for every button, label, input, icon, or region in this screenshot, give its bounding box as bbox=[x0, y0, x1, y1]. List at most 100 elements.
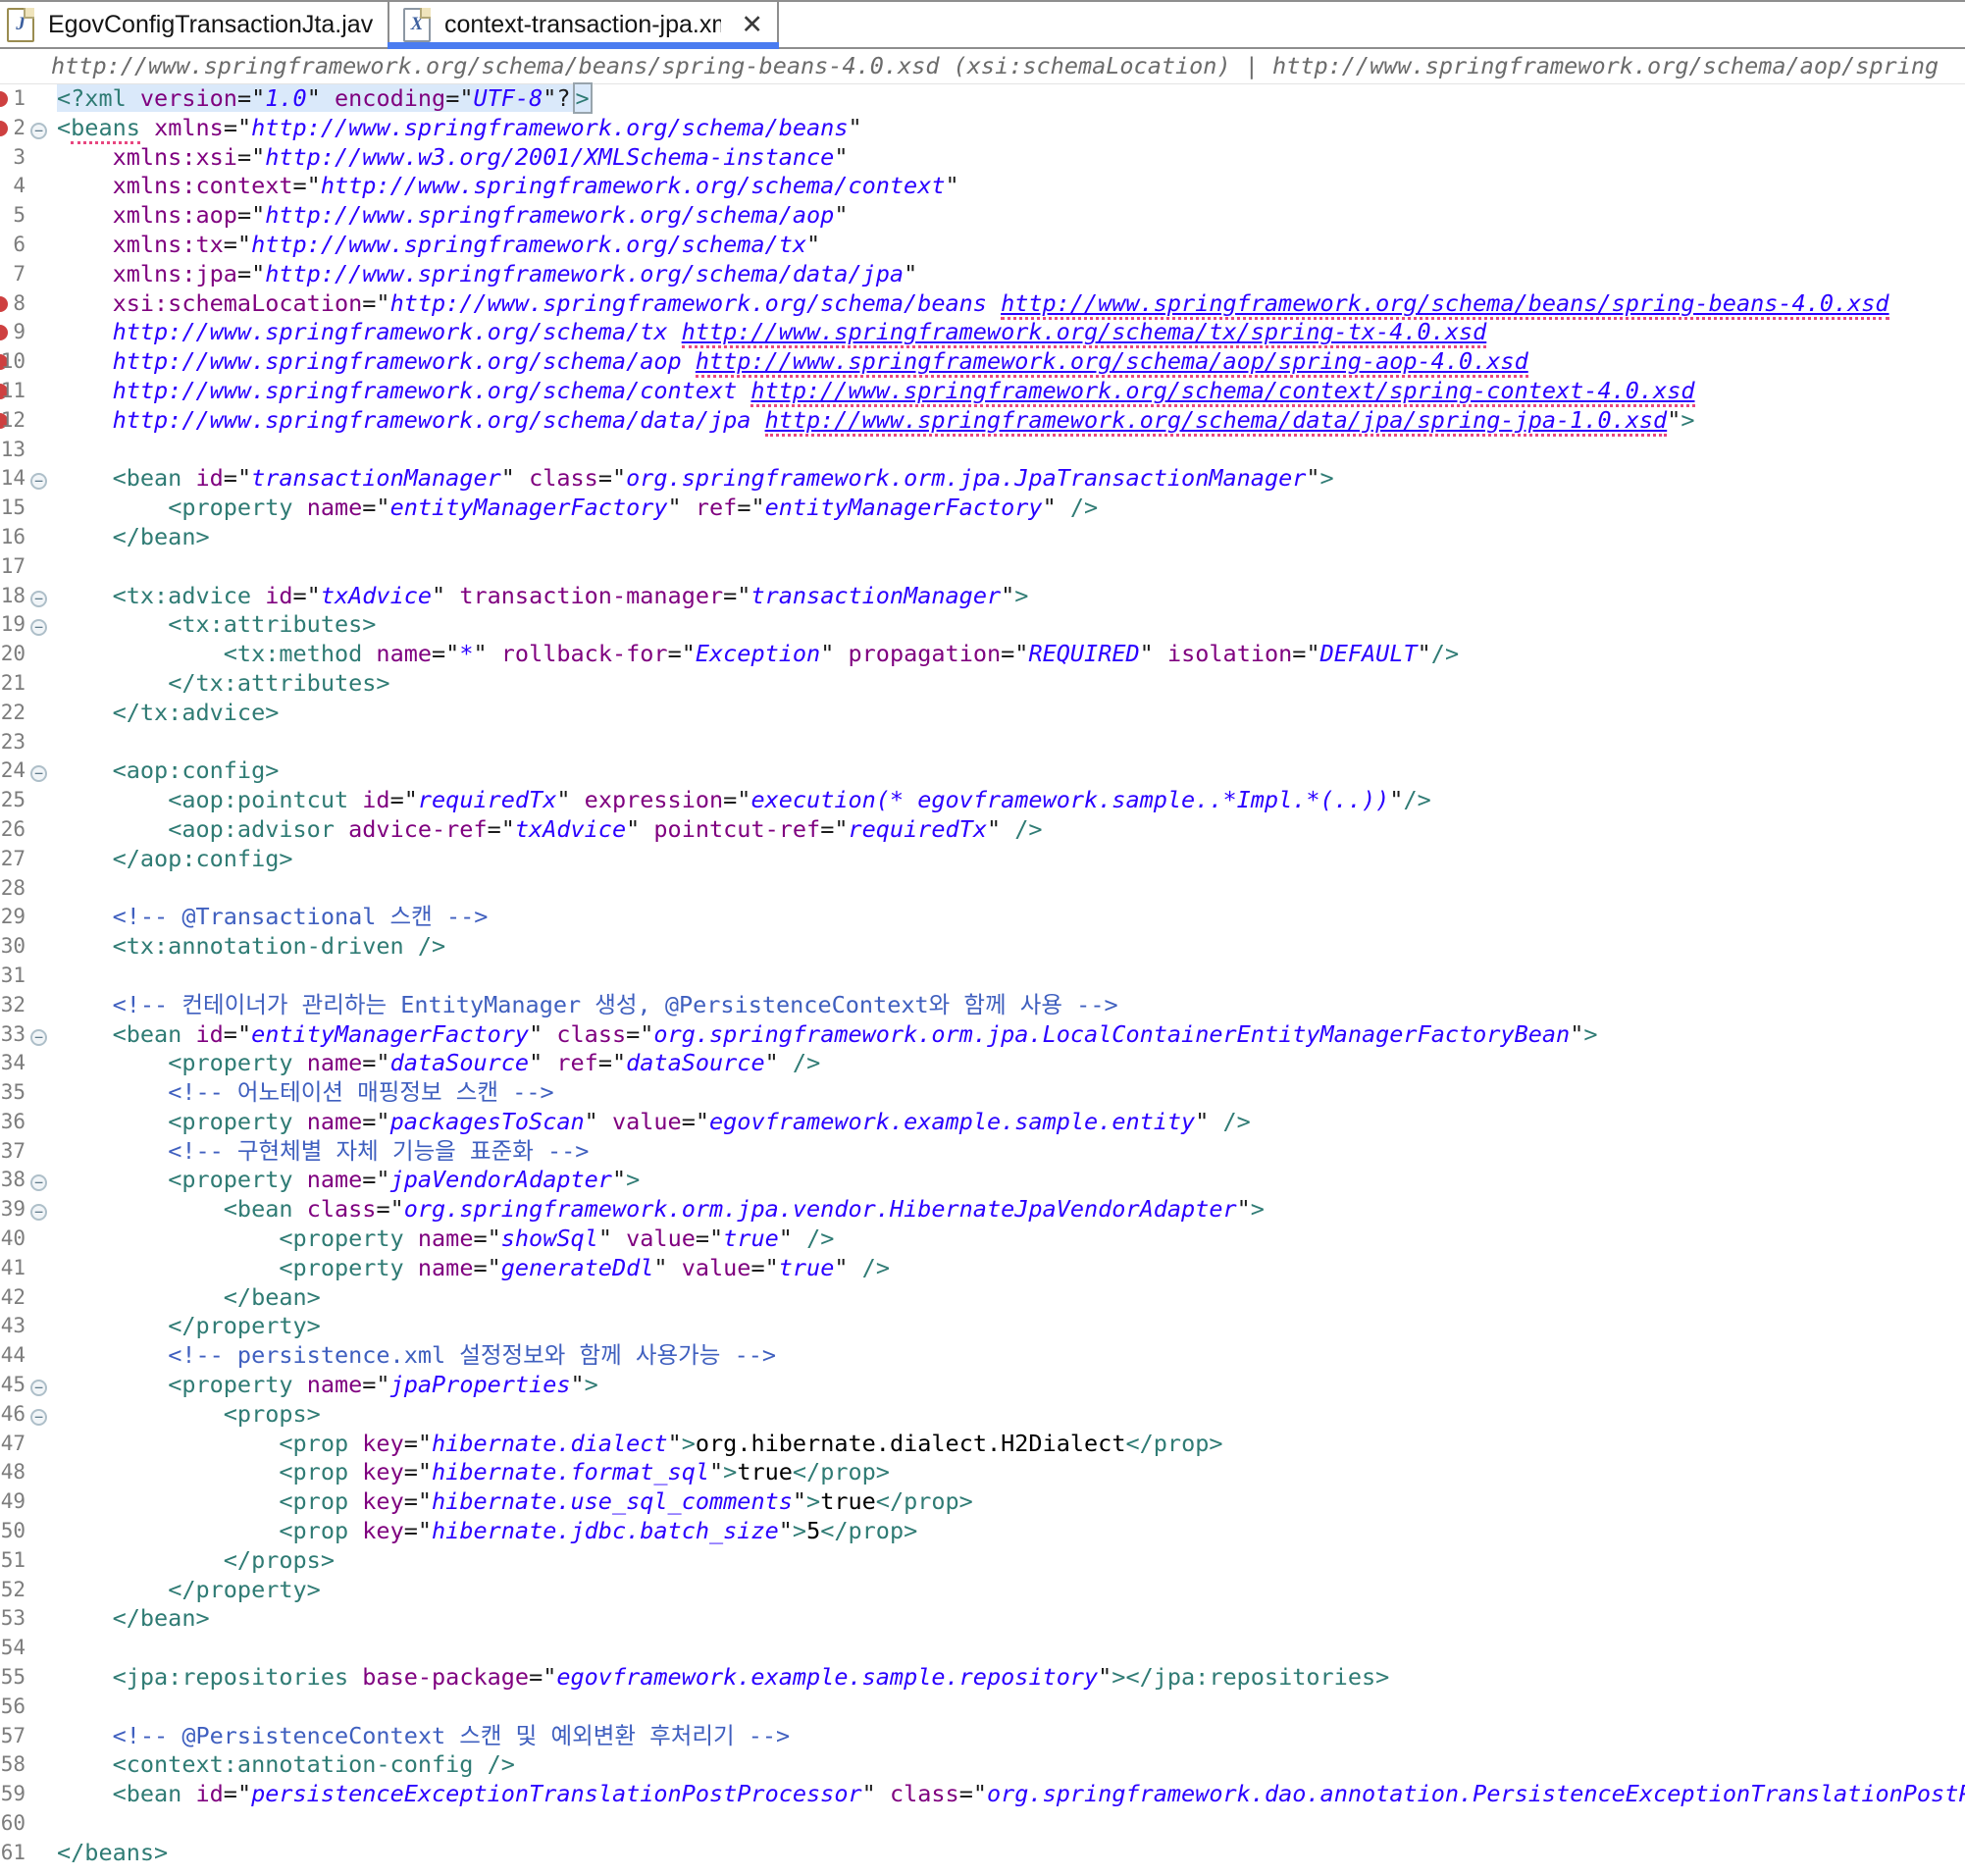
code-line[interactable]: 37 <!-- 구현체별 자체 기능을 표준화 --> bbox=[0, 1137, 1965, 1167]
fold-toggle-icon[interactable]: − bbox=[30, 1204, 47, 1221]
code-line[interactable]: 18− <tx:advice id="txAdvice" transaction… bbox=[0, 582, 1965, 611]
code-line[interactable]: 29 <!-- @Transactional 스캔 --> bbox=[0, 903, 1965, 932]
code-line[interactable]: 35 <!-- 어노테이션 매핑정보 스캔 --> bbox=[0, 1078, 1965, 1108]
code-line[interactable]: 10 http://www.springframework.org/schema… bbox=[0, 347, 1965, 377]
syntax-segment: 1.0 bbox=[265, 84, 306, 112]
code-line[interactable]: 40 <property name="showSql" value="true"… bbox=[0, 1225, 1965, 1254]
tab-egovconfigtransactionjta-java[interactable]: J EgovConfigTransactionJta.java bbox=[0, 2, 389, 47]
syntax-segment: " bbox=[653, 1254, 667, 1281]
code-line[interactable]: 46− <props> bbox=[0, 1400, 1965, 1430]
code-line[interactable]: 3 xmlns:xsi="http://www.w3.org/2001/XMLS… bbox=[0, 143, 1965, 173]
code-line[interactable]: 8 xsi:schemaLocation="http://www.springf… bbox=[0, 289, 1965, 319]
code-line[interactable]: 11 http://www.springframework.org/schema… bbox=[0, 377, 1965, 406]
code-line[interactable]: 44 <!-- persistence.xml 설정정보와 함께 사용가능 --… bbox=[0, 1341, 1965, 1371]
syntax-segment: id bbox=[196, 1780, 224, 1807]
code-line[interactable]: 39− <bean class="org.springframework.orm… bbox=[0, 1195, 1965, 1225]
syntax-segment: <property bbox=[168, 1371, 292, 1398]
code-line[interactable]: 30 <tx:annotation-driven /> bbox=[0, 932, 1965, 962]
syntax-segment bbox=[57, 1487, 279, 1515]
code-line[interactable]: 23 bbox=[0, 728, 1965, 757]
fold-toggle-icon[interactable]: − bbox=[30, 473, 47, 490]
line-number: 19 bbox=[0, 610, 26, 640]
code-line[interactable]: 49 <prop key="hibernate.use_sql_comments… bbox=[0, 1487, 1965, 1517]
code-line[interactable]: 54 bbox=[0, 1634, 1965, 1663]
code-line[interactable]: 53 </bean> bbox=[0, 1604, 1965, 1634]
syntax-segment: http://www.springframework.org/schema/co… bbox=[321, 172, 946, 199]
code-line[interactable]: 60 bbox=[0, 1809, 1965, 1839]
code-line[interactable]: 34 <property name="dataSource" ref="data… bbox=[0, 1049, 1965, 1078]
code-line[interactable]: 24− <aop:config> bbox=[0, 756, 1965, 786]
code-line[interactable]: 32 <!-- 컨테이너가 관리하는 EntityManager 생성, @Pe… bbox=[0, 991, 1965, 1020]
code-line[interactable]: 25 <aop:pointcut id="requiredTx" express… bbox=[0, 786, 1965, 815]
syntax-segment: /> bbox=[806, 1225, 834, 1252]
code-line[interactable]: 12 http://www.springframework.org/schema… bbox=[0, 406, 1965, 436]
fold-toggle-icon[interactable]: − bbox=[30, 619, 47, 636]
tab-context-transaction-jpa-xml[interactable]: X context-transaction-jpa.xml ✕ bbox=[389, 2, 779, 47]
syntax-segment: </tx:attributes> bbox=[168, 669, 389, 697]
syntax-segment: =" bbox=[224, 464, 251, 492]
code-line[interactable]: 26 <aop:advisor advice-ref="txAdvice" po… bbox=[0, 815, 1965, 845]
code-text: <aop:advisor advice-ref="txAdvice" point… bbox=[57, 815, 1043, 843]
code-line[interactable]: 6 xmlns:tx="http://www.springframework.o… bbox=[0, 231, 1965, 260]
code-line[interactable]: 61</beans> bbox=[0, 1839, 1965, 1868]
code-line[interactable]: 33− <bean id="entityManagerFactory" clas… bbox=[0, 1020, 1965, 1050]
code-line[interactable]: 20 <tx:method name="*" rollback-for="Exc… bbox=[0, 640, 1965, 669]
code-line[interactable]: 42 </bean> bbox=[0, 1283, 1965, 1313]
fold-column: − bbox=[26, 1166, 57, 1195]
code-line[interactable]: 13 bbox=[0, 436, 1965, 465]
line-number: 22 bbox=[0, 699, 26, 728]
code-line[interactable]: 19− <tx:attributes> bbox=[0, 610, 1965, 640]
code-line[interactable]: 59 <bean id="persistenceExceptionTransla… bbox=[0, 1780, 1965, 1809]
code-area[interactable]: 1<?xml version="1.0" encoding="UTF-8"?>2… bbox=[0, 84, 1965, 1868]
code-line[interactable]: 22 </tx:advice> bbox=[0, 699, 1965, 728]
code-line[interactable]: 51 </props> bbox=[0, 1546, 1965, 1576]
code-line[interactable]: 47 <prop key="hibernate.dialect">org.hib… bbox=[0, 1430, 1965, 1459]
code-line[interactable]: 43 </property> bbox=[0, 1312, 1965, 1341]
code-line[interactable]: 17 bbox=[0, 552, 1965, 582]
code-line[interactable]: 58 <context:annotation-config /> bbox=[0, 1750, 1965, 1780]
syntax-segment: =" bbox=[224, 1020, 251, 1048]
code-line[interactable]: 1<?xml version="1.0" encoding="UTF-8"?> bbox=[0, 84, 1965, 114]
code-line[interactable]: 38− <property name="jpaVendorAdapter"> bbox=[0, 1166, 1965, 1195]
editor-window: J EgovConfigTransactionJta.java X contex… bbox=[0, 0, 1965, 1868]
fold-toggle-icon[interactable]: − bbox=[30, 765, 47, 782]
code-line[interactable]: 50 <prop key="hibernate.jdbc.batch_size"… bbox=[0, 1517, 1965, 1546]
syntax-segment: true bbox=[723, 1225, 779, 1252]
code-line[interactable]: 56 bbox=[0, 1693, 1965, 1722]
syntax-segment bbox=[57, 1078, 168, 1106]
fold-toggle-icon[interactable]: − bbox=[30, 1029, 47, 1046]
code-line[interactable]: 55 <jpa:repositories base-package="egovf… bbox=[0, 1663, 1965, 1693]
code-line[interactable]: 52 </property> bbox=[0, 1576, 1965, 1605]
fold-toggle-icon[interactable]: − bbox=[30, 1380, 47, 1396]
code-line[interactable]: 21 </tx:attributes> bbox=[0, 669, 1965, 699]
code-line[interactable]: 16 </bean> bbox=[0, 523, 1965, 552]
code-line[interactable]: 4 xmlns:context="http://www.springframew… bbox=[0, 172, 1965, 201]
fold-toggle-icon[interactable]: − bbox=[30, 1409, 47, 1426]
line-number: 16 bbox=[0, 523, 26, 552]
code-text: </aop:config> bbox=[57, 845, 293, 872]
code-line[interactable]: 7 xmlns:jpa="http://www.springframework.… bbox=[0, 260, 1965, 289]
fold-toggle-icon[interactable]: − bbox=[30, 1174, 47, 1191]
fold-toggle-icon[interactable]: − bbox=[30, 591, 47, 607]
code-line[interactable]: 57 <!-- @PersistenceContext 스캔 및 예외변환 후처… bbox=[0, 1722, 1965, 1751]
code-line[interactable]: 15 <property name="entityManagerFactory"… bbox=[0, 494, 1965, 523]
code-line[interactable]: 28 bbox=[0, 874, 1965, 904]
code-line[interactable]: 14− <bean id="transactionManager" class=… bbox=[0, 464, 1965, 494]
syntax-segment: REQUIRED bbox=[1028, 640, 1139, 667]
code-line[interactable]: 2−<beans xmlns="http://www.springframewo… bbox=[0, 114, 1965, 143]
syntax-segment bbox=[57, 260, 113, 287]
syntax-segment bbox=[57, 1254, 279, 1281]
code-line[interactable]: 31 bbox=[0, 962, 1965, 991]
code-line[interactable]: 5 xmlns:aop="http://www.springframework.… bbox=[0, 201, 1965, 231]
code-line[interactable]: 48 <prop key="hibernate.format_sql">true… bbox=[0, 1458, 1965, 1487]
syntax-segment: " bbox=[1237, 1195, 1251, 1223]
code-line[interactable]: 27 </aop:config> bbox=[0, 845, 1965, 874]
code-line[interactable]: 9 http://www.springframework.org/schema/… bbox=[0, 318, 1965, 347]
close-icon[interactable]: ✕ bbox=[741, 12, 763, 38]
code-line[interactable]: 36 <property name="packagesToScan" value… bbox=[0, 1108, 1965, 1137]
fold-toggle-icon[interactable]: − bbox=[30, 123, 47, 139]
syntax-segment: class bbox=[556, 1020, 626, 1048]
syntax-segment: =" bbox=[626, 1020, 653, 1048]
code-line[interactable]: 45− <property name="jpaProperties"> bbox=[0, 1371, 1965, 1400]
code-line[interactable]: 41 <property name="generateDdl" value="t… bbox=[0, 1254, 1965, 1283]
